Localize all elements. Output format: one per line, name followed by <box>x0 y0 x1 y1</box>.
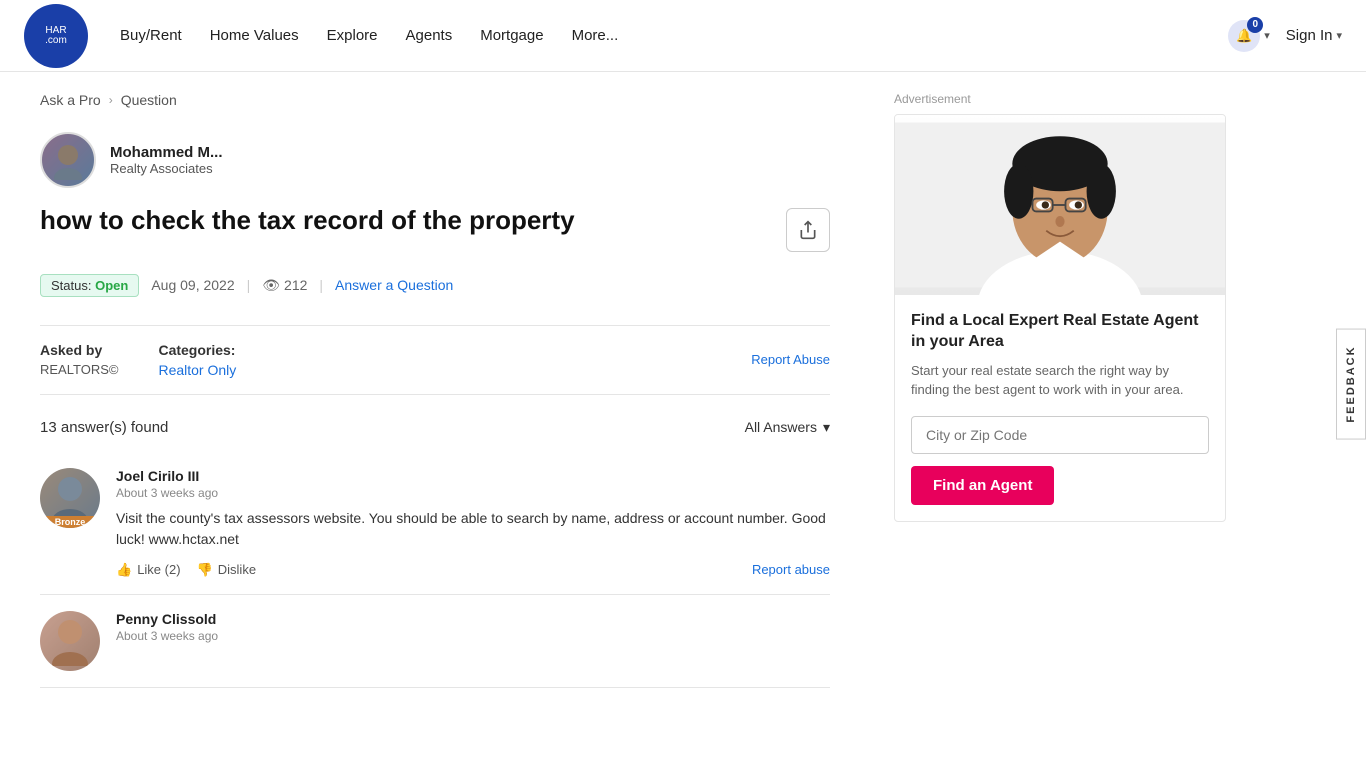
question-header: how to check the tax record of the prope… <box>40 204 830 256</box>
avatar-svg-2 <box>50 616 90 666</box>
avatar-img-2 <box>40 611 100 671</box>
filter-label: All Answers <box>745 419 817 435</box>
nav-home-values[interactable]: Home Values <box>210 27 299 44</box>
nav-buy-rent[interactable]: Buy/Rent <box>120 27 182 44</box>
answer-avatar-1: Bronze <box>40 468 100 528</box>
logo-text: HAR .com <box>45 26 67 46</box>
answers-header: 13 answer(s) found All Answers ▾ <box>40 419 830 436</box>
answer-body-1: Joel Cirilo III About 3 weeks ago Visit … <box>116 468 830 578</box>
nav-agents[interactable]: Agents <box>406 27 453 44</box>
feedback-label: FEEDBACK <box>1336 328 1366 439</box>
answer-body-2: Penny Clissold About 3 weeks ago <box>116 611 830 671</box>
views-count: 212 <box>284 277 307 293</box>
agent-photo <box>895 115 1225 295</box>
thumbs-down-icon-1: 👎 <box>197 562 213 578</box>
like-button-1[interactable]: 👍 Like (2) <box>116 562 181 578</box>
page-container: Ask a Pro › Question Mohammed M... Realt… <box>0 72 1366 728</box>
breadcrumb-parent[interactable]: Ask a Pro <box>40 92 101 108</box>
answer-time-2: About 3 weeks ago <box>116 629 830 643</box>
signin-chevron: ▾ <box>1336 29 1342 42</box>
status-value: Open <box>95 278 128 293</box>
answer-time-1: About 3 weeks ago <box>116 486 830 500</box>
asked-by-block: Asked by REALTORS© <box>40 342 118 377</box>
asked-by-label: Asked by <box>40 342 118 358</box>
dislike-button-1[interactable]: 👎 Dislike <box>197 562 256 578</box>
agent-search-input[interactable] <box>911 416 1209 454</box>
agent-info: Find a Local Expert Real Estate Agent in… <box>895 295 1225 521</box>
author-name: Mohammed M... <box>110 144 223 161</box>
breadcrumb: Ask a Pro › Question <box>40 92 830 108</box>
logo[interactable]: HAR .com <box>24 4 88 68</box>
nav-more[interactable]: More... <box>572 27 619 44</box>
views-row: 👁 212 <box>262 277 307 294</box>
filter-dropdown[interactable]: All Answers ▾ <box>745 419 830 436</box>
main-nav: Buy/Rent Home Values Explore Agents Mort… <box>120 27 1228 44</box>
feedback-tab[interactable]: FEEDBACK <box>1336 328 1366 439</box>
report-abuse-link[interactable]: Report Abuse <box>751 352 830 367</box>
status-badge: Status: Open <box>40 274 139 297</box>
answer-a-question-link[interactable]: Answer a Question <box>335 277 453 293</box>
agent-photo-img <box>895 115 1225 295</box>
question-title: how to check the tax record of the prope… <box>40 204 575 238</box>
dislike-label-1: Dislike <box>218 562 256 577</box>
header-right: 🔔 0 ▾ Sign In ▾ <box>1228 20 1342 52</box>
eye-icon: 👁 <box>262 277 280 294</box>
header: HAR .com Buy/Rent Home Values Explore Ag… <box>0 0 1366 72</box>
answer-author-name-2: Penny Clissold <box>116 611 830 627</box>
find-agent-button[interactable]: Find an Agent <box>911 466 1054 505</box>
answer-author-name-1: Joel Cirilo III <box>116 468 830 484</box>
filter-chevron-icon: ▾ <box>823 419 830 436</box>
share-button[interactable] <box>786 208 830 252</box>
separator-1: | <box>247 277 251 293</box>
categories-block: Categories: Realtor Only <box>158 342 236 378</box>
author-avatar-img <box>48 140 88 180</box>
nav-explore[interactable]: Explore <box>327 27 378 44</box>
author-company: Realty Associates <box>110 161 223 176</box>
sign-in-button[interactable]: Sign In ▾ <box>1286 27 1342 44</box>
question-date: Aug 09, 2022 <box>151 277 234 293</box>
breadcrumb-current: Question <box>121 92 177 108</box>
status-row: Status: Open Aug 09, 2022 | 👁 212 | Answ… <box>40 274 830 297</box>
separator-2: | <box>319 277 323 293</box>
notifications-chevron: ▾ <box>1264 29 1270 42</box>
answer-card-2: Penny Clissold About 3 weeks ago <box>40 595 830 688</box>
author-info: Mohammed M... Realty Associates <box>110 144 223 176</box>
notification-count: 0 <box>1247 17 1263 33</box>
notification-bell: 🔔 0 <box>1228 20 1260 52</box>
notifications-button[interactable]: 🔔 0 ▾ <box>1228 20 1270 52</box>
categories-label: Categories: <box>158 342 236 358</box>
answer-text-1: Visit the county's tax assessors website… <box>116 508 830 550</box>
sidebar: Advertisement <box>870 72 1250 728</box>
thumbs-up-icon-1: 👍 <box>116 562 132 578</box>
ad-label: Advertisement <box>894 92 1226 106</box>
nav-mortgage[interactable]: Mortgage <box>480 27 543 44</box>
answers-count: 13 answer(s) found <box>40 419 168 436</box>
author-block: Mohammed M... Realty Associates <box>40 132 830 188</box>
agent-title: Find a Local Expert Real Estate Agent in… <box>911 311 1209 353</box>
status-label: Status: <box>51 278 91 293</box>
answer-avatar-2 <box>40 611 100 671</box>
answer-card: Bronze Joel Cirilo III About 3 weeks ago… <box>40 452 830 595</box>
meta-row: Asked by REALTORS© Categories: Realtor O… <box>40 325 830 395</box>
like-label-1: Like (2) <box>137 562 180 577</box>
report-abuse-answer-1[interactable]: Report abuse <box>752 562 830 577</box>
author-avatar <box>40 132 96 188</box>
answer-actions-1: 👍 Like (2) 👎 Dislike Report abuse <box>116 562 830 578</box>
breadcrumb-separator: › <box>109 93 113 107</box>
agent-desc: Start your real estate search the right … <box>911 361 1209 400</box>
agent-card: Find a Local Expert Real Estate Agent in… <box>894 114 1226 522</box>
share-icon <box>798 220 818 240</box>
main-content: Ask a Pro › Question Mohammed M... Realt… <box>0 72 870 728</box>
bronze-badge: Bronze <box>40 516 100 528</box>
asked-by-value: REALTORS© <box>40 362 118 377</box>
categories-value[interactable]: Realtor Only <box>158 362 236 378</box>
